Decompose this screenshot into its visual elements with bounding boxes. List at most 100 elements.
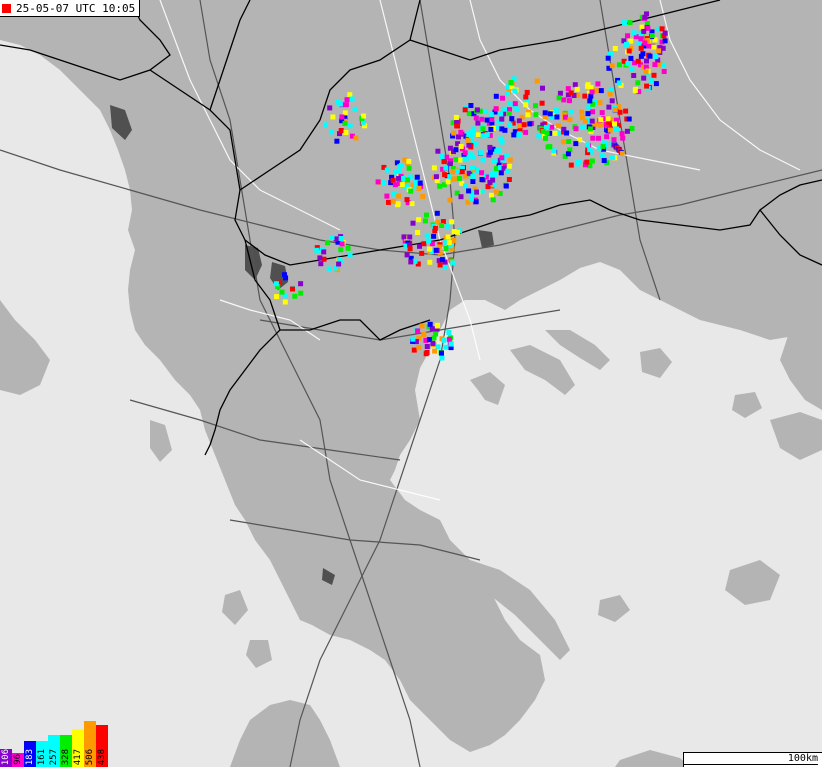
lightning-strike-marker xyxy=(498,136,504,142)
lightning-strike-marker xyxy=(384,167,390,173)
lightning-strike-marker xyxy=(416,345,422,351)
lightning-strike-marker xyxy=(470,174,476,179)
lightning-strike-marker xyxy=(479,116,485,122)
lightning-strike-marker xyxy=(587,126,593,132)
lightning-strike-marker xyxy=(639,24,645,30)
lightning-strike-marker xyxy=(540,85,545,91)
lightning-strike-marker xyxy=(616,80,622,86)
lightning-strike-marker xyxy=(512,88,518,94)
lightning-strike-marker xyxy=(466,188,472,194)
lightning-strike-marker xyxy=(622,20,627,26)
lightning-strike-marker xyxy=(449,219,455,225)
lightning-strike-marker xyxy=(450,176,456,182)
lightning-strike-marker xyxy=(417,180,423,186)
lightning-strike-marker xyxy=(407,234,413,240)
lightning-map xyxy=(0,0,822,767)
lightning-strike-marker xyxy=(484,117,490,123)
lightning-strike-marker xyxy=(474,189,480,195)
lightning-strike-marker xyxy=(580,124,586,130)
legend-bar-label: 257 xyxy=(49,748,59,765)
lightning-strike-marker xyxy=(433,247,439,253)
lightning-strike-marker xyxy=(443,246,449,252)
lightning-strike-marker xyxy=(653,54,659,60)
lightning-strike-marker xyxy=(646,43,652,49)
lightning-strike-marker xyxy=(579,109,585,115)
lightning-strike-marker xyxy=(480,157,486,163)
lightning-strike-marker xyxy=(274,294,280,300)
lightning-strike-marker xyxy=(458,143,464,149)
lightning-strike-marker xyxy=(361,113,366,119)
lightning-strike-marker xyxy=(321,249,327,255)
lightning-strike-marker xyxy=(339,114,345,120)
lightning-strike-marker xyxy=(609,63,615,69)
lightning-strike-marker xyxy=(473,115,479,121)
lightning-strike-marker xyxy=(480,133,486,139)
lightning-strike-marker xyxy=(419,323,425,329)
lightning-strike-marker xyxy=(554,114,560,120)
lightning-strike-marker xyxy=(314,247,320,253)
lightning-strike-marker xyxy=(479,177,485,183)
lightning-strike-marker xyxy=(437,262,443,268)
lightning-strike-marker xyxy=(574,86,580,92)
lightning-strike-marker xyxy=(434,210,440,216)
lightning-strike-marker xyxy=(511,132,517,138)
lightning-strike-marker xyxy=(607,127,613,133)
lightning-strike-marker xyxy=(507,122,513,128)
lightning-strike-marker xyxy=(457,157,463,163)
lightning-strike-marker xyxy=(456,176,462,181)
lightning-strike-marker xyxy=(499,116,505,122)
lightning-strike-marker xyxy=(451,238,457,243)
lightning-strike-marker xyxy=(589,158,595,164)
lightning-strike-marker xyxy=(624,128,630,134)
lightning-strike-marker xyxy=(329,235,335,241)
lightning-strike-marker xyxy=(651,44,657,50)
lightning-strike-marker xyxy=(495,148,501,153)
lightning-strike-marker xyxy=(625,33,630,39)
lightning-strike-marker xyxy=(338,128,344,133)
lightning-strike-marker xyxy=(596,135,601,141)
lightning-strike-marker xyxy=(419,250,425,256)
lightning-strike-marker xyxy=(327,105,333,111)
lightning-strike-marker xyxy=(328,129,334,135)
lightning-strike-marker xyxy=(431,165,437,171)
lightning-strike-marker xyxy=(344,97,350,103)
lightning-strike-marker xyxy=(338,247,344,253)
lightning-strike-marker xyxy=(568,162,574,168)
lightning-strike-marker xyxy=(441,159,447,165)
lightning-strike-marker xyxy=(607,91,613,97)
lightning-strike-marker xyxy=(614,126,619,132)
lightning-strike-marker xyxy=(506,177,512,182)
timestamp-marker-icon xyxy=(2,3,11,13)
lightning-strike-marker xyxy=(508,80,514,85)
lightning-strike-marker xyxy=(334,138,340,144)
lightning-strike-marker xyxy=(488,126,494,132)
lightning-strike-marker xyxy=(404,197,410,203)
lightning-strike-marker xyxy=(410,336,416,342)
lightning-strike-marker xyxy=(629,66,635,72)
lightning-strike-marker xyxy=(470,179,476,184)
lightning-strike-marker xyxy=(386,199,391,205)
lightning-strike-marker xyxy=(573,141,579,147)
lightning-strike-marker xyxy=(409,201,415,207)
lightning-strike-marker xyxy=(343,102,349,108)
lightning-strike-marker xyxy=(347,252,353,258)
lightning-strike-marker xyxy=(396,193,402,199)
lightning-strike-marker xyxy=(352,106,358,112)
lightning-strike-marker xyxy=(462,150,468,156)
lightning-strike-marker xyxy=(624,41,629,47)
legend: 106 96 183 161 257 328 417 506 438 xyxy=(0,715,108,767)
legend-bar-7: 506 xyxy=(84,721,96,767)
lightning-strike-marker xyxy=(478,150,484,156)
lightning-strike-marker xyxy=(445,223,451,229)
lightning-strike-marker xyxy=(427,321,433,327)
lightning-strike-marker xyxy=(597,122,603,128)
lightning-strike-marker xyxy=(506,163,512,169)
lightning-strike-marker xyxy=(565,86,571,92)
lightning-strike-marker xyxy=(407,246,413,252)
lightning-strike-marker xyxy=(524,89,530,95)
lightning-strike-marker xyxy=(392,182,398,188)
lightning-strike-marker xyxy=(540,128,546,134)
lightning-strike-marker xyxy=(433,331,439,337)
lightning-strike-marker xyxy=(651,72,657,78)
lightning-strike-marker xyxy=(631,73,637,78)
